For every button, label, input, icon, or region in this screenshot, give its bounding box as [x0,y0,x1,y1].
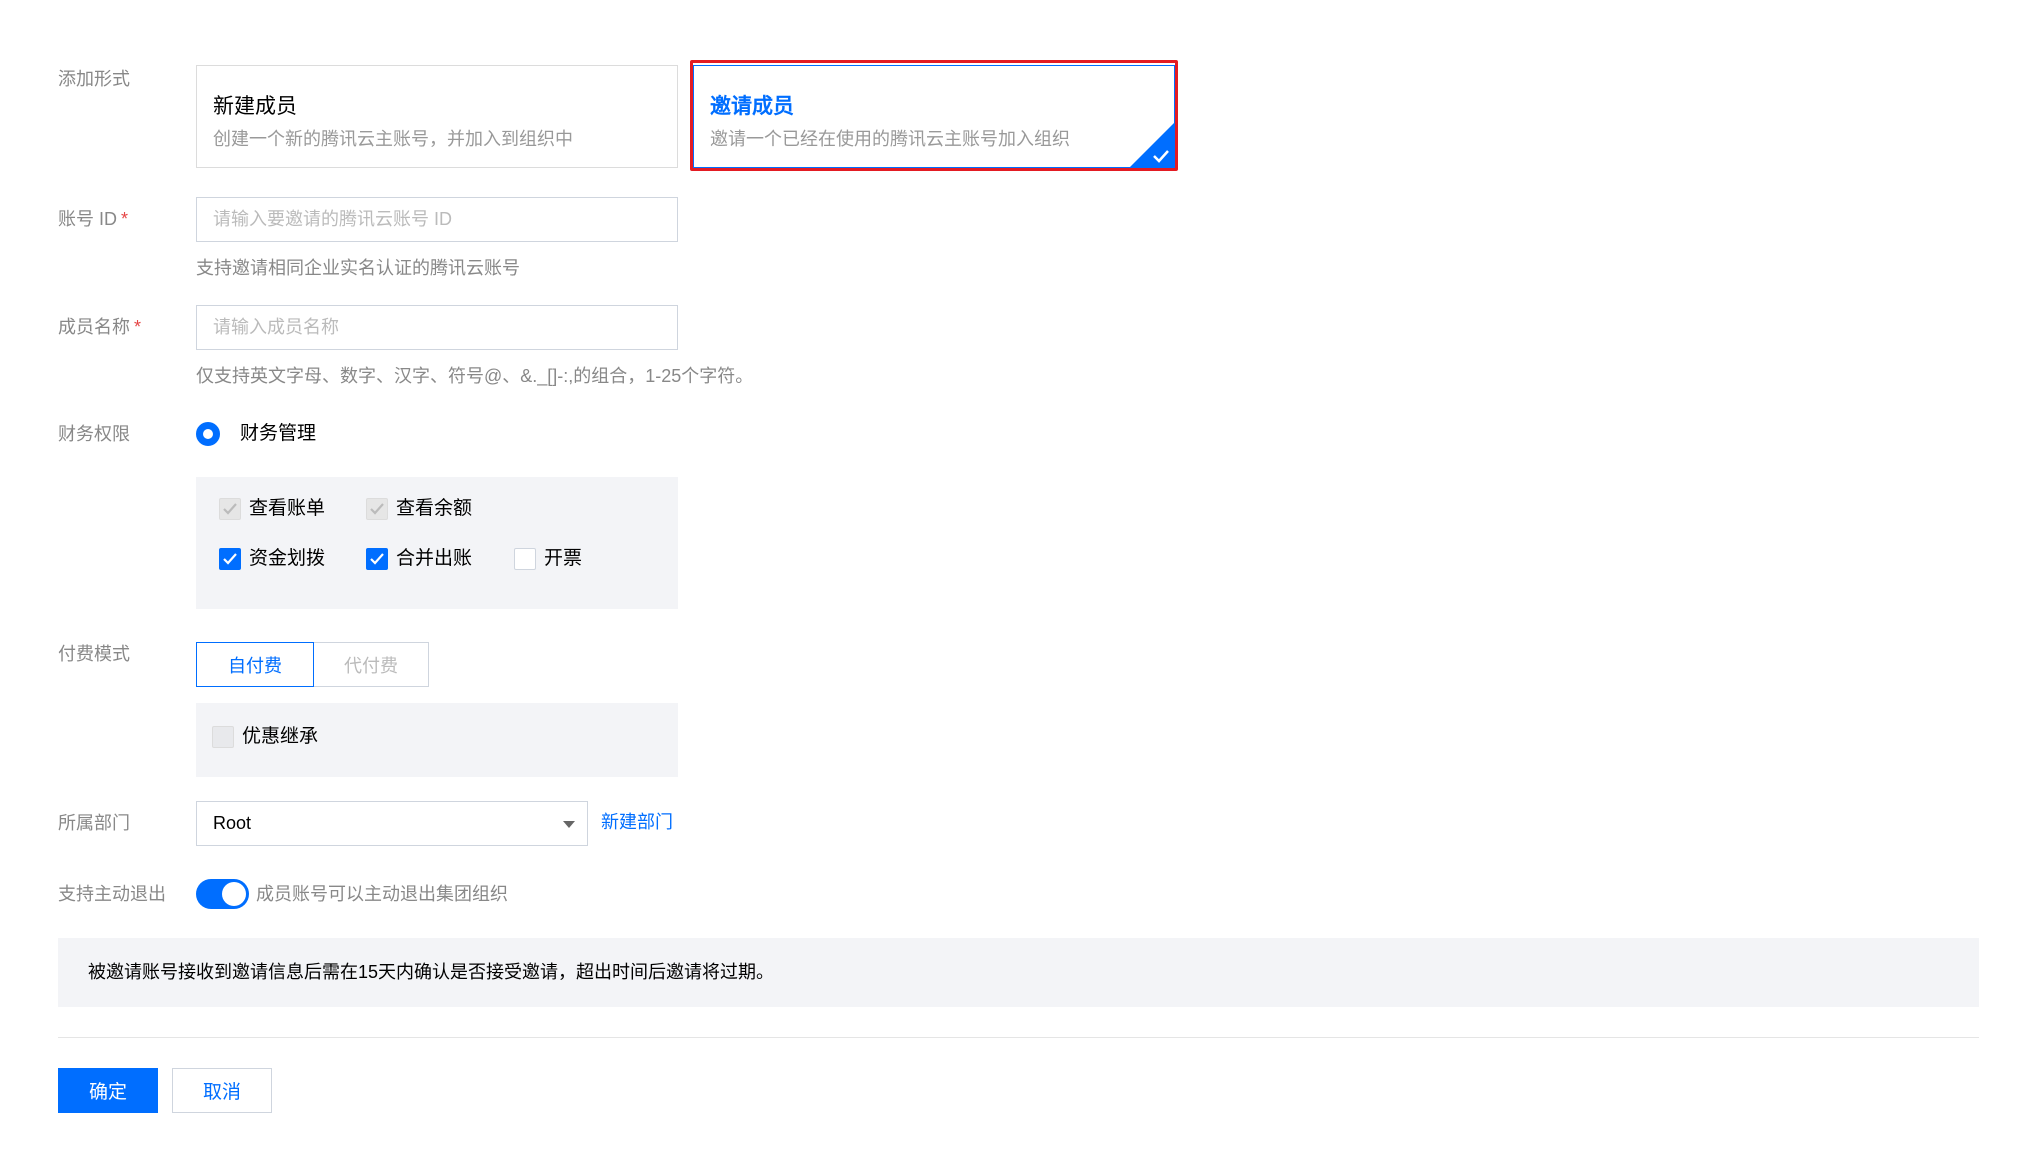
option-create-member-title: 新建成员 [213,95,297,118]
option-invite-member-desc: 邀请一个已经在使用的腾讯云主账号加入组织 [710,129,1070,149]
option-create-member-card[interactable]: 新建成员 创建一个新的腾讯云主账号，并加入到组织中 [196,65,678,168]
invite-expiry-notice: 被邀请账号接收到邀请信息后需在15天内确认是否接受邀请，超出时间后邀请将过期。 [58,938,1979,1007]
new-department-link[interactable]: 新建部门 [601,810,673,834]
payment-self-pay-tab[interactable]: 自付费 [196,642,314,687]
department-label: 所属部门 [58,813,130,833]
checkbox-consolidated-billing[interactable] [366,548,388,570]
checkbox-view-balance[interactable] [366,498,388,520]
account-id-hint: 支持邀请相同企业实名认证的腾讯云账号 [196,258,520,278]
toggle-knob [222,882,246,906]
invite-expiry-notice-text: 被邀请账号接收到邀请信息后需在15天内确认是否接受邀请，超出时间后邀请将过期。 [88,962,775,982]
option-invite-member-title: 邀请成员 [710,95,794,118]
payment-mode-label: 付费模式 [58,644,130,664]
required-mark: * [121,209,129,229]
checkbox-discount-inherit-label: 优惠继承 [242,726,319,747]
account-id-input[interactable] [196,197,678,242]
finance-manage-radio[interactable] [196,422,220,446]
add-type-label: 添加形式 [58,69,130,89]
department-select[interactable]: Root [196,801,588,846]
payment-options-panel: 优惠继承 [196,703,678,777]
checkbox-consolidated-billing-label: 合并出账 [396,548,473,569]
member-name-input[interactable] [196,305,678,350]
checkbox-fund-transfer-label: 资金划拨 [249,548,326,569]
checkbox-discount-inherit[interactable] [212,726,234,748]
finance-permissions-panel: 查看账单 查看余额 资金划拨 合并出账 开票 [196,477,678,609]
divider [58,1037,1979,1038]
finance-permission-label: 财务权限 [58,424,130,444]
option-invite-member-card[interactable]: 邀请成员 邀请一个已经在使用的腾讯云主账号加入组织 [693,65,1175,168]
checkbox-invoice-label: 开票 [544,548,583,569]
allow-quit-label: 支持主动退出 [58,884,166,904]
member-name-hint: 仅支持英文字母、数字、汉字、符号@、&._[]-:,的组合，1-25个字符。 [196,366,754,386]
checkbox-view-bill[interactable] [219,498,241,520]
cancel-button[interactable]: 取消 [172,1068,272,1113]
allow-quit-toggle[interactable] [196,879,249,909]
department-select-value: Root [213,813,252,833]
allow-quit-desc: 成员账号可以主动退出集团组织 [256,884,508,904]
finance-manage-radio-label: 财务管理 [240,423,317,444]
checkbox-fund-transfer[interactable] [219,548,241,570]
checkbox-invoice[interactable] [514,548,536,570]
option-create-member-desc: 创建一个新的腾讯云主账号，并加入到组织中 [213,129,573,149]
invite-member-form: 添加形式 新建成员 创建一个新的腾讯云主账号，并加入到组织中 邀请成员 邀请一个… [0,0,2039,1172]
checkbox-view-bill-label: 查看账单 [249,498,326,519]
confirm-button[interactable]: 确定 [58,1068,158,1113]
checkbox-view-balance-label: 查看余额 [396,498,473,519]
selected-check-icon [1130,123,1174,167]
account-id-label: 账号 ID * [58,209,129,229]
required-mark: * [134,317,142,337]
member-name-label: 成员名称 * [58,317,142,337]
caret-down-icon [563,821,575,828]
payment-proxy-pay-tab[interactable]: 代付费 [313,642,429,687]
